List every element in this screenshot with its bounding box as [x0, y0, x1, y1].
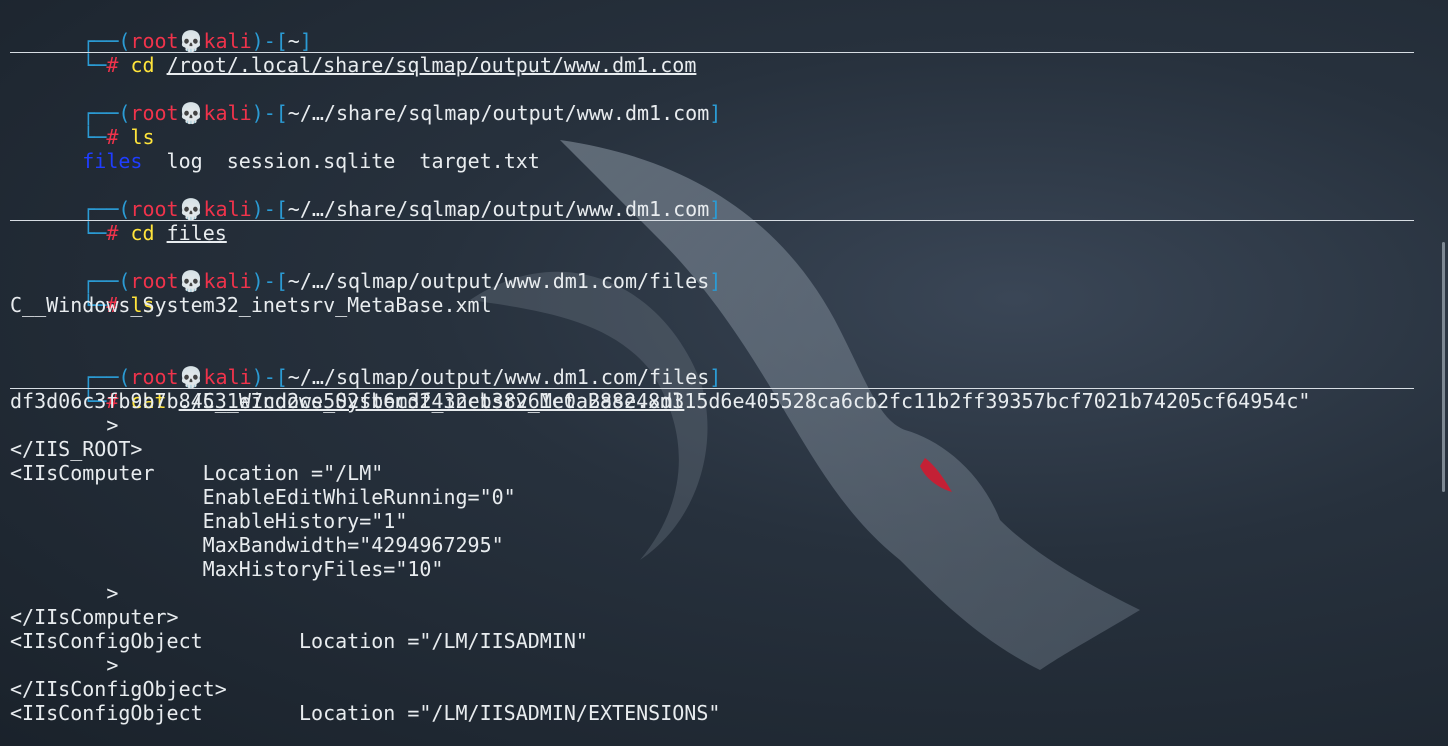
- output-line: df3d06c3fb9b7b84531e7cd2ce502fb6cdf432cb…: [10, 389, 1311, 413]
- output-line: MaxBandwidth="4294967295": [10, 533, 504, 557]
- output-line: </IIS_ROOT>: [10, 437, 143, 461]
- command-line[interactable]: └─# cd files: [10, 197, 1415, 245]
- ls-output: C__Windows_System32_inetsrv_MetaBase.xml: [10, 293, 492, 317]
- terminal-output[interactable]: ┌──(root💀kali)-[~] └─# cd /root/.local/s…: [10, 5, 1415, 725]
- output-line: <IIsConfigObject Location ="/LM/IISADMIN…: [10, 629, 588, 653]
- prompt-header: ┌──(root💀kali)-[~/…/sqlmap/output/www.dm…: [82, 269, 722, 293]
- command-line[interactable]: └─# ls: [10, 269, 1310, 317]
- vertical-scrollbar[interactable]: [1442, 242, 1445, 492]
- output-line: <IIsComputer Location ="/LM": [10, 461, 384, 485]
- prompt-header: ┌──(root💀kali)-[~]: [82, 29, 312, 53]
- output-line: >: [10, 581, 119, 605]
- output-line: </IIsConfigObject>: [10, 677, 227, 701]
- output-line: EnableEditWhileRunning="0": [10, 485, 516, 509]
- output-line: </IIsComputer>: [10, 605, 179, 629]
- prompt-header: ┌──(root💀kali)-[~/…/sqlmap/output/www.dm…: [82, 365, 722, 389]
- output-line: EnableHistory="1": [10, 509, 408, 533]
- output-line: >: [10, 653, 119, 677]
- output-line: >: [10, 413, 119, 437]
- output-line: MaxHistoryFiles="10": [10, 557, 444, 581]
- ls-output: files log session.sqlite target.txt: [10, 125, 1310, 173]
- command-line[interactable]: └─# cat ./C__Windows_System32_inetsrv_Me…: [10, 365, 1415, 413]
- command-line[interactable]: └─# ls: [10, 101, 1310, 149]
- command-line[interactable]: └─# cd /root/.local/share/sqlmap/output/…: [10, 29, 1415, 77]
- prompt-header: ┌──(root💀kali)-[~/…/share/sqlmap/output/…: [82, 197, 722, 221]
- output-line: <IIsConfigObject Location ="/LM/IISADMIN…: [10, 701, 721, 725]
- prompt-header: ┌──(root💀kali)-[~/…/share/sqlmap/output/…: [82, 101, 722, 125]
- terminal-window[interactable]: ┌──(root💀kali)-[~] └─# cd /root/.local/s…: [0, 0, 1448, 746]
